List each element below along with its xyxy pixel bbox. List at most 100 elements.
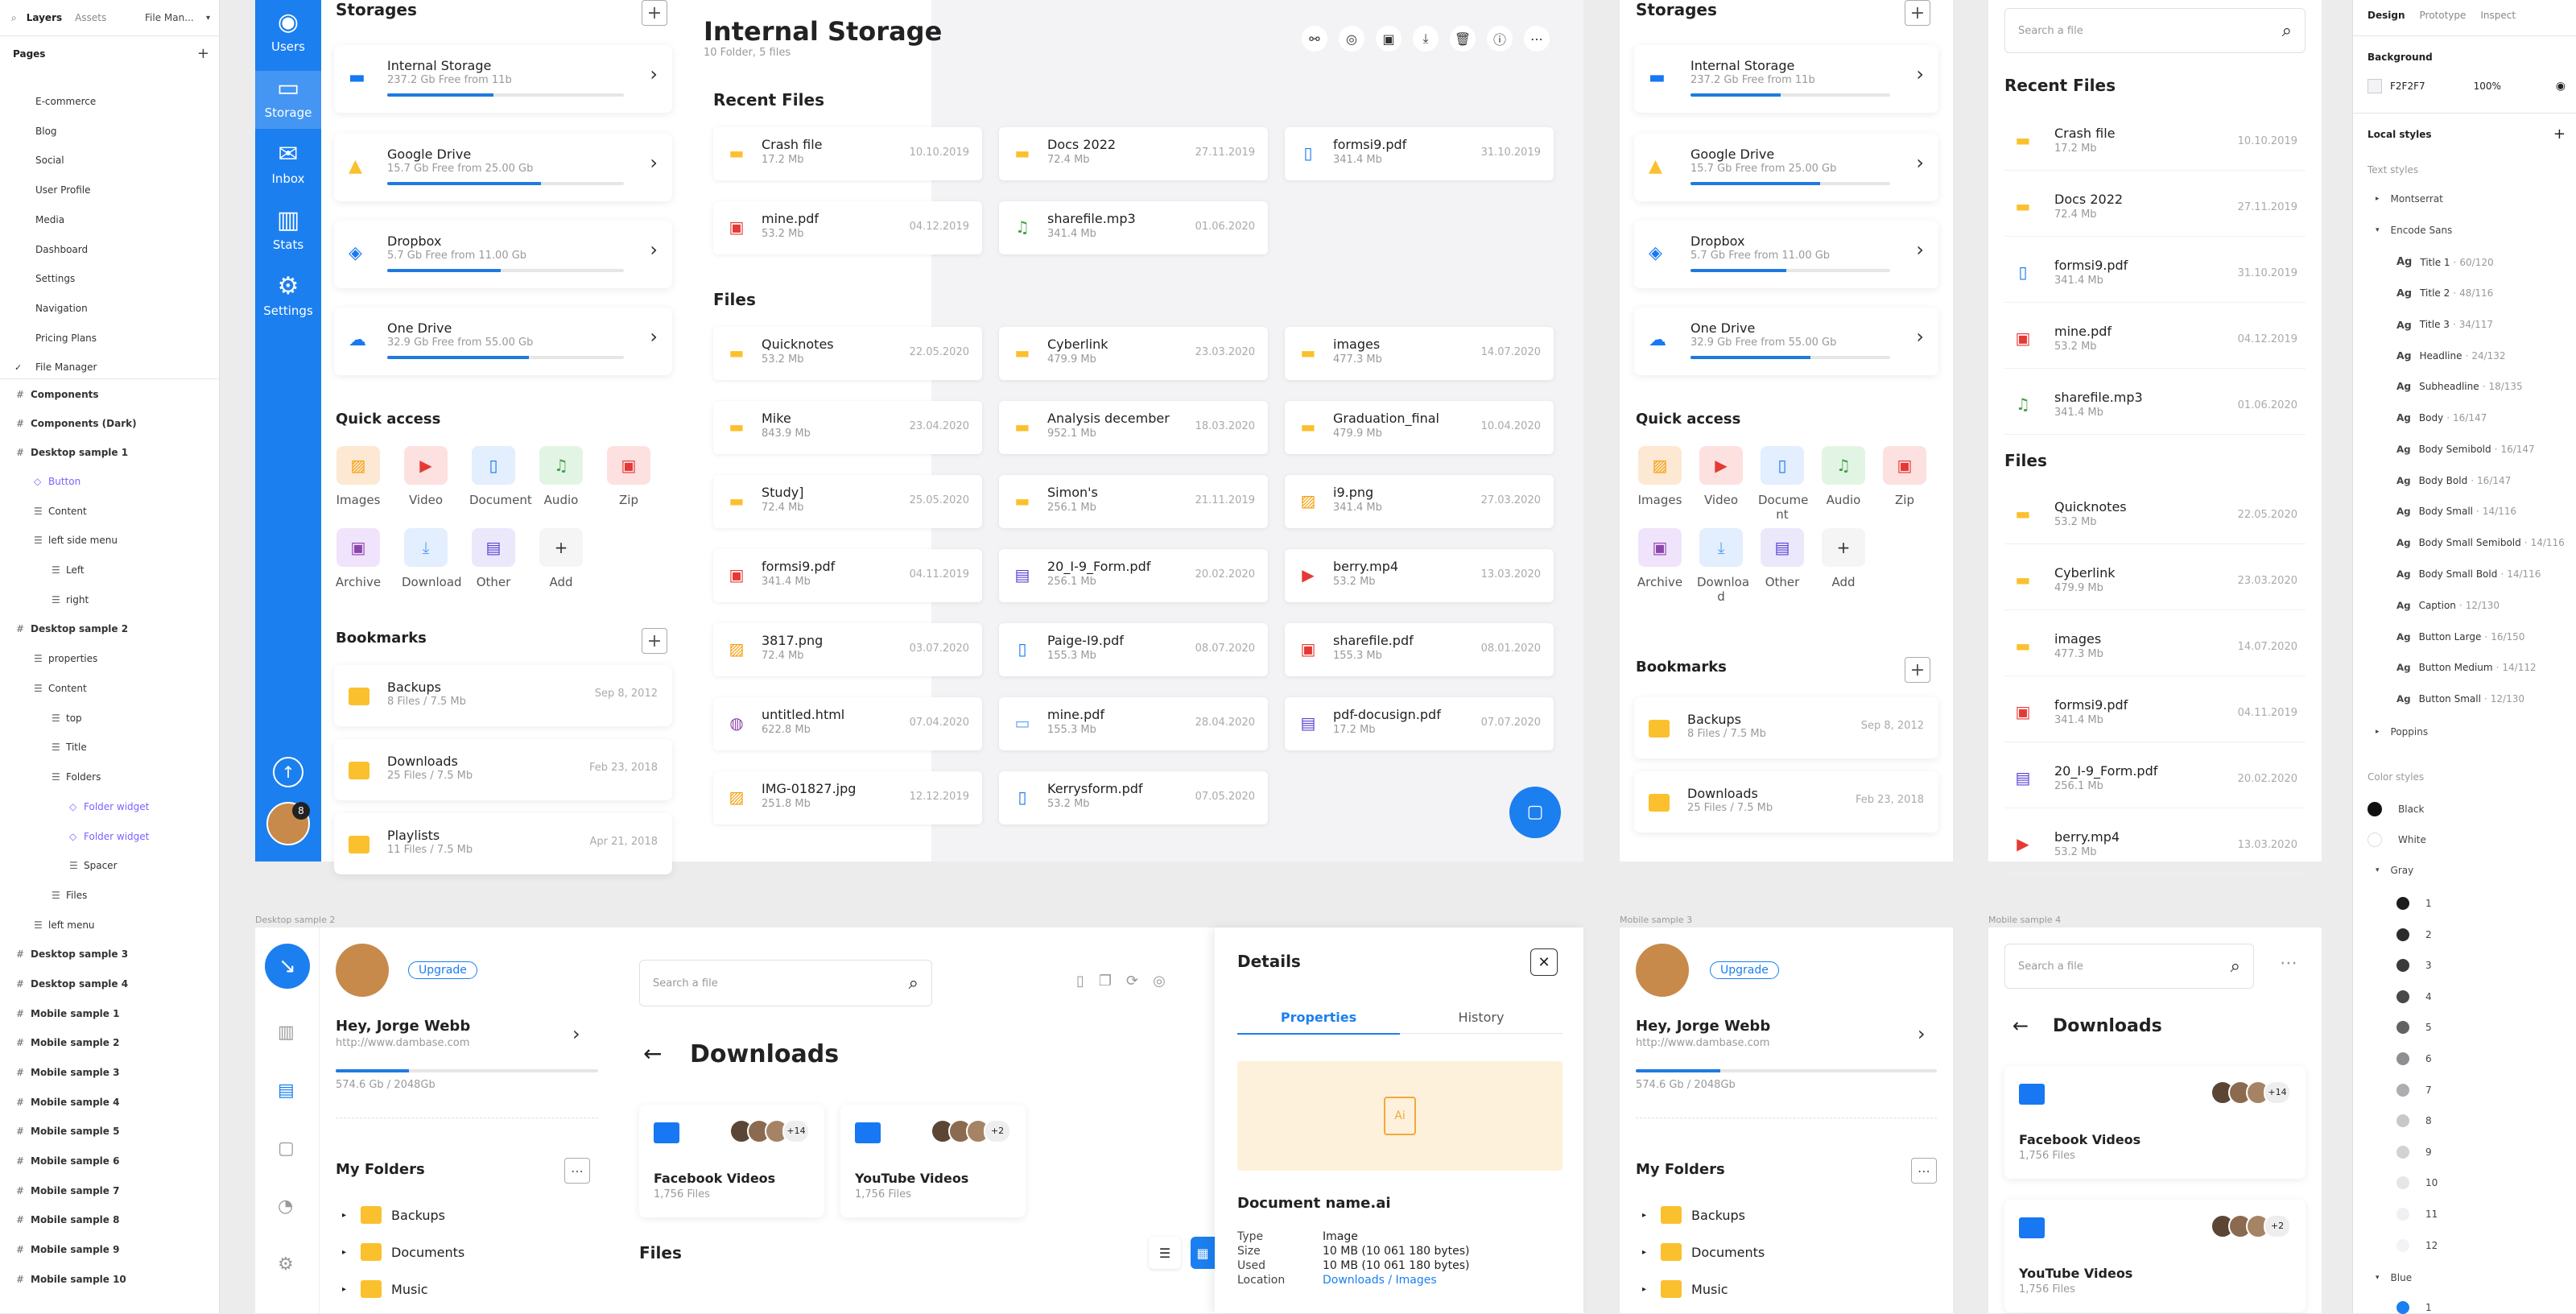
color-style-gray[interactable]: 2 — [2396, 928, 2432, 941]
color-style-gray[interactable]: 10 — [2396, 1176, 2438, 1190]
list-view-icon[interactable]: ☰ — [1149, 1237, 1181, 1269]
layer-item[interactable]: ☰ Content — [0, 674, 220, 703]
property-value[interactable]: Downloads / Images — [1323, 1274, 1437, 1287]
page-item[interactable]: Navigation — [0, 294, 220, 323]
upgrade-button[interactable]: Upgrade — [408, 961, 477, 979]
user-url[interactable]: http://www.dambase.com — [1636, 1037, 1769, 1049]
background-opacity[interactable]: 100% — [2474, 81, 2501, 92]
text-style-item[interactable]: Ag Title 3 · 34/117 — [2396, 319, 2493, 331]
page-item[interactable]: Pricing Plans — [0, 324, 220, 353]
quick-access-item[interactable]: + Add — [1819, 528, 1868, 589]
quick-access-item[interactable]: ▣ Zip — [1880, 446, 1929, 507]
storage-card[interactable]: ▲ Google Drive 15.7 Gb Free from 25.00 Gb › — [334, 134, 672, 201]
quick-access-item[interactable]: ▶ Video — [402, 446, 450, 507]
grid-view-icon[interactable]: ▦ — [1191, 1237, 1215, 1269]
user-url[interactable]: http://www.dambase.com — [336, 1037, 469, 1049]
search-input[interactable]: Search a file ⌕ — [2004, 944, 2254, 989]
page-item[interactable]: Blog — [0, 117, 220, 146]
quick-access-item[interactable]: ▯ Document — [469, 446, 532, 507]
user-icon[interactable]: ◎ — [1153, 973, 1166, 990]
file-card[interactable]: ▬ Quicknotes 53.2 Mb 22.05.2020 — [713, 327, 982, 380]
folder-tree-item[interactable]: ▸ Backups — [1642, 1206, 1745, 1224]
text-style-item[interactable]: Ag Button Large · 16/150 — [2396, 631, 2524, 643]
chevron-right-icon[interactable]: › — [1916, 325, 1924, 348]
page-item[interactable]: Media — [0, 205, 220, 234]
file-card[interactable]: ▣ formsi9.pdf 341.4 Mb 04.11.2019 — [713, 549, 982, 602]
back-arrow-icon[interactable]: ← — [643, 1040, 662, 1067]
background-hex[interactable]: F2F2F7 — [2390, 81, 2425, 92]
tab-assets[interactable]: Assets — [75, 12, 106, 23]
bookmark-card[interactable]: Playlists 11 Files / 7.5 Mb Apr 21, 2018 — [334, 813, 672, 874]
color-style-gray[interactable]: 5 — [2396, 1021, 2432, 1035]
folder-card[interactable]: +14 Facebook Videos 1,756 Files — [639, 1105, 824, 1217]
search-input[interactable]: Search a file ⌕ — [639, 960, 932, 1006]
file-card[interactable]: ▬ Docs 2022 72.4 Mb 27.11.2019 — [999, 127, 1268, 180]
bookmark-card[interactable]: Backups 8 Files / 7.5 Mb Sep 8, 2012 — [1634, 697, 1938, 758]
color-style-white[interactable]: White — [2368, 833, 2426, 847]
color-style-gray[interactable]: 12 — [2396, 1238, 2438, 1252]
quick-access-item[interactable]: ▯ Docume nt — [1758, 446, 1808, 522]
chevron-right-icon[interactable]: › — [650, 151, 658, 174]
list-item[interactable]: ♫ sharefile.mp3 341.4 Mb 01.06.2020 — [2004, 378, 2306, 435]
layer-item[interactable]: # Mobile sample 4 — [0, 1088, 220, 1117]
file-card[interactable]: ▬ Cyberlink 479.9 Mb 23.03.2020 — [999, 327, 1268, 380]
file-card[interactable]: ▶ berry.mp4 53.2 Mb 13.03.2020 — [1285, 549, 1554, 602]
layer-item[interactable]: ◇ Folder widget — [0, 792, 220, 821]
text-style-item[interactable]: Ag Body Small Semibold · 14/116 — [2396, 537, 2565, 548]
text-style-item[interactable]: Ag Body Bold · 16/147 — [2396, 475, 2511, 486]
chevron-right-icon[interactable]: › — [650, 63, 658, 85]
gear-icon[interactable]: ⚙ — [278, 1254, 294, 1275]
tab-prototype[interactable]: Prototype — [2420, 10, 2467, 21]
layer-item[interactable]: # Mobile sample 6 — [0, 1147, 220, 1176]
upgrade-button[interactable]: Upgrade — [1710, 961, 1779, 979]
search-icon[interactable]: ⌕ — [11, 12, 17, 24]
font-group-poppins[interactable]: ▸ Poppins — [2376, 726, 2428, 738]
folder-tree-item[interactable]: ▸ Music — [342, 1280, 428, 1298]
layer-item[interactable]: # Mobile sample 2 — [0, 1028, 220, 1057]
layer-item[interactable]: ☰ right — [0, 585, 220, 614]
chevron-down-icon[interactable]: ▾ — [206, 14, 210, 23]
pie-icon[interactable]: ◔ — [278, 1196, 293, 1217]
file-card[interactable]: ▬ Analysis december 952.1 Mb 18.03.2020 — [999, 401, 1268, 454]
font-group-montserrat[interactable]: ▸ Montserrat — [2376, 193, 2443, 205]
list-item[interactable]: ▬ Docs 2022 72.4 Mb 27.11.2019 — [2004, 180, 2306, 237]
chevron-right-icon[interactable]: › — [1916, 151, 1924, 174]
logo-icon[interactable]: ↘ — [265, 944, 310, 989]
file-card[interactable]: ▯ Paige-I9.pdf 155.3 Mb 08.07.2020 — [999, 623, 1268, 676]
bookmark-card[interactable]: Downloads 25 Files / 7.5 Mb Feb 23, 2018 — [334, 739, 672, 800]
layer-item[interactable]: ☰ left menu — [0, 911, 220, 940]
chart-icon[interactable]: ▥ — [278, 1023, 295, 1043]
layer-item[interactable]: ◇ Button — [0, 467, 220, 496]
tab-design[interactable]: Design — [2368, 10, 2405, 21]
more-button[interactable]: ⋯ — [1911, 1158, 1937, 1184]
storage-card[interactable]: ☁ One Drive 32.9 Gb Free from 55.00 Gb › — [334, 308, 672, 375]
layer-item[interactable]: # Mobile sample 10 — [0, 1265, 220, 1294]
layer-item[interactable]: # Mobile sample 1 — [0, 999, 220, 1028]
chevron-right-icon[interactable]: › — [650, 238, 658, 261]
layer-item[interactable]: ☰ top — [0, 704, 220, 733]
close-icon[interactable]: ✕ — [1530, 948, 1558, 976]
layer-item[interactable]: # Mobile sample 8 — [0, 1205, 220, 1234]
layer-item[interactable]: ☰ left side menu — [0, 526, 220, 555]
folder-tree-item[interactable]: ▸ Documents — [1642, 1243, 1765, 1261]
add-bookmark-button[interactable]: + — [642, 628, 667, 654]
file-card[interactable]: ▬ Study] 72.4 Mb 25.05.2020 — [713, 475, 982, 528]
search-input[interactable]: Search a file ⌕ — [2004, 8, 2306, 53]
image-icon[interactable]: ▣ — [1376, 26, 1402, 52]
color-style-black[interactable]: Black — [2368, 802, 2424, 816]
add-page-icon[interactable]: + — [197, 45, 209, 62]
color-style-gray[interactable]: 6 — [2396, 1052, 2432, 1065]
add-style-icon[interactable]: + — [2553, 126, 2566, 143]
folder-card[interactable]: +14 Facebook Videos 1,756 Files — [2004, 1066, 2306, 1179]
list-item[interactable]: ▬ images 477.3 Mb 14.07.2020 — [2004, 620, 2306, 676]
storage-card[interactable]: ▬ Internal Storage 237.2 Gb Free from 11b › — [1634, 45, 1938, 113]
tab-properties[interactable]: Properties — [1237, 1010, 1400, 1035]
layer-item[interactable]: ◇ Folder widget — [0, 822, 220, 851]
file-card[interactable]: ▨ 3817.png 72.4 Mb 03.07.2020 — [713, 623, 982, 676]
file-card[interactable]: ▤ pdf-docusign.pdf 17.2 Mb 07.07.2020 — [1285, 697, 1554, 750]
quick-access-item[interactable]: ▣ Archive — [1636, 528, 1684, 589]
color-group-gray[interactable]: ▾ Gray — [2376, 865, 2413, 876]
storage-card[interactable]: ◈ Dropbox 5.7 Gb Free from 11.00 Gb › — [1634, 221, 1938, 288]
page-item[interactable]: ✓ File Manager — [0, 353, 220, 382]
list-item[interactable]: ▶ berry.mp4 53.2 Mb 13.03.2020 — [2004, 818, 2306, 874]
